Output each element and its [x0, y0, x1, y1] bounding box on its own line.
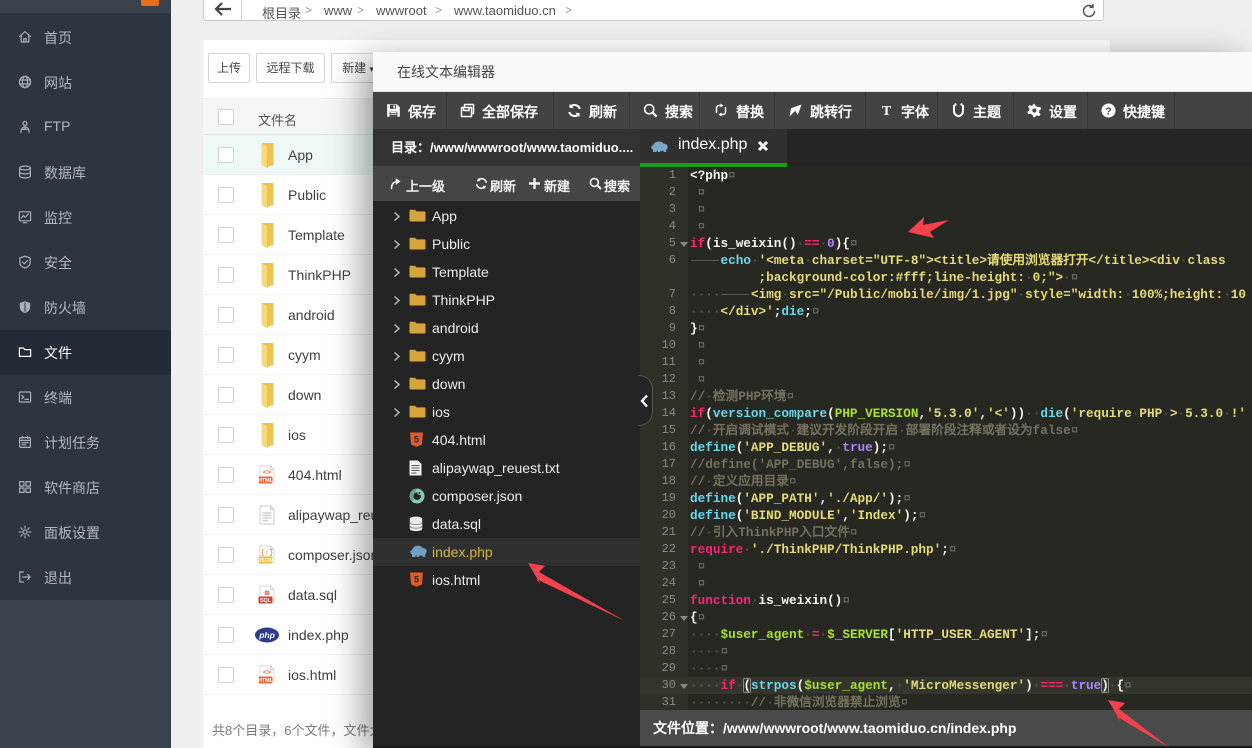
svg-text:T: T	[882, 104, 892, 118]
svg-text:<>: <>	[263, 670, 271, 678]
svg-text:php: php	[258, 630, 275, 640]
svg-text:SQL: SQL	[260, 598, 272, 604]
svg-text:{:}: {:}	[261, 550, 274, 558]
svg-text:HTML: HTML	[258, 678, 274, 684]
svg-text:JSON: JSON	[258, 558, 273, 564]
svg-text:5: 5	[414, 435, 419, 445]
svg-text:<>: <>	[263, 470, 271, 478]
svg-text:▤: ▤	[265, 590, 269, 598]
svg-text:?: ?	[1105, 105, 1111, 117]
svg-text:HTML: HTML	[258, 478, 274, 484]
svg-text:5: 5	[414, 575, 419, 585]
